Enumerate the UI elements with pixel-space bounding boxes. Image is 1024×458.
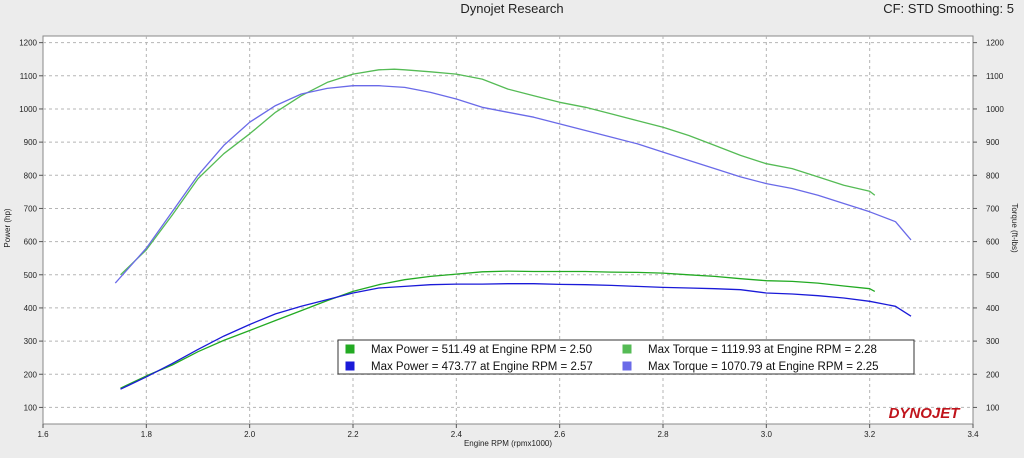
y-tick-label-right: 200: [986, 370, 1000, 379]
x-tick-label: 2.0: [244, 430, 256, 439]
x-tick-label: 2.6: [554, 430, 566, 439]
y-tick-label-left: 300: [24, 337, 38, 346]
legend-entry: Max Power = 473.77 at Engine RPM = 2.57: [371, 361, 593, 373]
y-tick-label-left: 600: [24, 238, 38, 247]
y-tick-label-left: 400: [24, 304, 38, 313]
y-tick-label-left: 1100: [20, 72, 38, 81]
x-tick-label: 3.2: [864, 430, 876, 439]
x-tick-label: 1.8: [141, 430, 153, 439]
y-ticks-left: 100 200 300 400 500 600 700 800 900 1000 1100 1200: [19, 39, 43, 412]
legend-swatch: [621, 360, 633, 372]
x-tick-label: 3.4: [967, 430, 979, 439]
y-axis-title-right: Torque (ft-lbs): [1010, 203, 1019, 253]
x-ticks: 1.6 1.8 2.0 2.2 2.4 2.6 2.8 3.0 3.2 3.4: [37, 424, 979, 439]
legend: Max Power = 511.49 at Engine RPM = 2.50 M…: [337, 339, 915, 375]
y-tick-label-right: 400: [986, 304, 1000, 313]
y-tick-label-left: 800: [24, 171, 38, 180]
y-tick-label-left: 100: [24, 403, 38, 412]
x-tick-label: 2.8: [657, 430, 669, 439]
y-tick-label-right: 500: [986, 271, 1000, 280]
legend-entry: Max Torque = 1070.79 at Engine RPM = 2.2…: [648, 361, 879, 373]
x-tick-label: 2.2: [347, 430, 359, 439]
legend-swatch: [344, 360, 356, 372]
x-axis-title: Engine RPM (rpmx1000): [464, 439, 552, 448]
legend-swatch: [344, 343, 356, 355]
y-tick-label-left: 500: [24, 271, 38, 280]
y-tick-label-left: 1200: [19, 39, 37, 48]
legend-entry: Max Torque = 1119.93 at Engine RPM = 2.2…: [648, 344, 877, 356]
y-tick-label-left: 1000: [19, 105, 37, 114]
y-tick-label-right: 100: [986, 403, 1000, 412]
y-tick-label-right: 700: [986, 204, 1000, 213]
x-tick-label: 3.0: [761, 430, 773, 439]
legend-swatch: [621, 343, 633, 355]
y-tick-label-left: 900: [24, 138, 38, 147]
y-tick-label-right: 1100: [986, 72, 1004, 81]
y-ticks-right: 100 200 300 400 500 600 700 800 900 1000 1100 1200: [973, 39, 1004, 412]
y-tick-label-right: 800: [986, 171, 1000, 180]
y-axis-title-left: Power (hp): [3, 208, 12, 247]
dyno-chart: 1.6 1.8 2.0 2.2 2.4 2.6 2.8 3.0 3.2 3.4 100 200 300…: [3, 35, 1019, 448]
legend-entry: Max Power = 511.49 at Engine RPM = 2.50: [371, 344, 592, 356]
y-tick-label-right: 1000: [986, 105, 1004, 114]
x-tick-label: 1.6: [37, 430, 49, 439]
dynojet-logo: DYNOJET: [889, 405, 962, 422]
y-tick-label-right: 900: [986, 138, 1000, 147]
y-tick-label-left: 200: [24, 370, 38, 379]
y-tick-label-right: 600: [986, 238, 1000, 247]
y-tick-label-right: 1200: [986, 39, 1004, 48]
y-tick-label-right: 300: [986, 337, 1000, 346]
y-tick-label-left: 700: [24, 204, 38, 213]
x-tick-label: 2.4: [451, 430, 463, 439]
